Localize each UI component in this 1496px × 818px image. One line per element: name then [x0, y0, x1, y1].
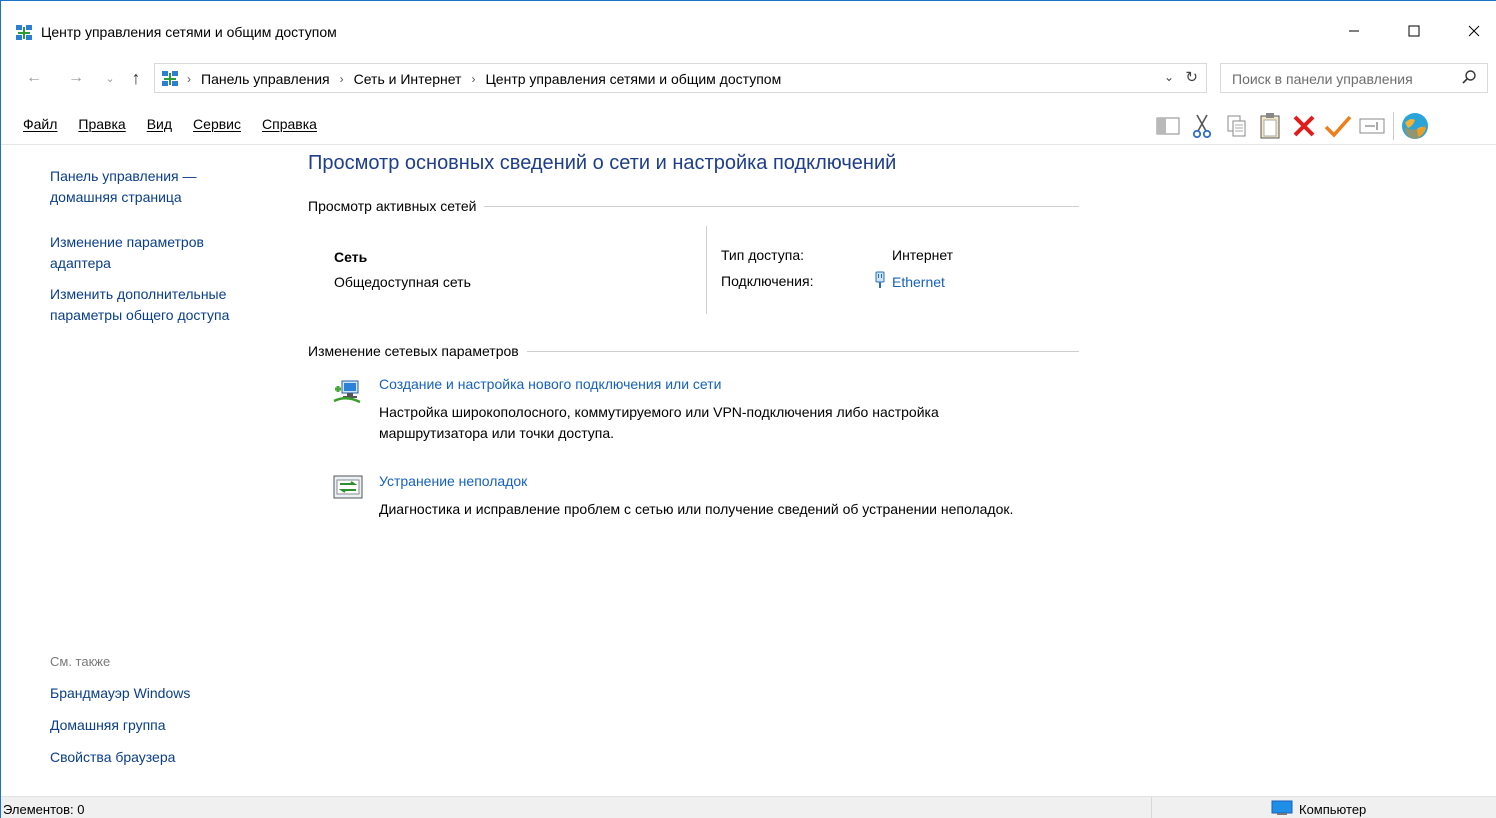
globe-icon[interactable]: [1398, 111, 1432, 141]
toolbar-separator: [1393, 112, 1394, 140]
internet-options-link[interactable]: Свойства браузера: [50, 747, 280, 768]
ethernet-link[interactable]: Ethernet: [892, 274, 945, 290]
search-icon[interactable]: [1461, 69, 1477, 85]
status-bar: Элементов: 0 Компьютер: [1, 796, 1496, 818]
homegroup-link[interactable]: Домашняя группа: [50, 715, 280, 736]
header-divider: [484, 205, 1079, 207]
pane-icon[interactable]: [1151, 111, 1185, 141]
copy-icon[interactable]: [1219, 111, 1253, 141]
title-bar: Центр управления сетями и общим доступом: [1, 1, 1496, 57]
change-adapter-settings-link[interactable]: Изменение параметров адаптера: [50, 232, 240, 274]
access-type-value: Интернет: [892, 247, 954, 263]
active-networks-header-label: Просмотр активных сетей: [308, 198, 477, 214]
network-center-icon: [15, 24, 33, 42]
new-connection-description: Настройка широкополосного, коммутируемог…: [379, 404, 939, 441]
toolbar: [1151, 109, 1432, 143]
search-input[interactable]: Поиск в панели управления: [1220, 63, 1488, 93]
delete-icon[interactable]: [1287, 111, 1321, 141]
windows-firewall-link[interactable]: Брандмауэр Windows: [50, 683, 280, 704]
troubleshoot-description: Диагностика и исправление проблем с сеть…: [379, 501, 1014, 517]
breadcrumb-separator: ›: [187, 72, 191, 86]
ethernet-icon: [874, 271, 886, 292]
security-zone: Компьютер: [1271, 800, 1366, 818]
network-name: Сеть: [334, 249, 368, 265]
control-panel-home-link[interactable]: Панель управления — домашняя страница: [50, 166, 230, 208]
cut-icon[interactable]: [1185, 111, 1219, 141]
paste-icon[interactable]: [1253, 111, 1287, 141]
breadcrumb-separator[interactable]: ›: [340, 72, 344, 86]
refresh-button[interactable]: ↻: [1185, 68, 1198, 86]
menu-tools[interactable]: Сервис: [193, 116, 241, 132]
maximize-button[interactable]: [1391, 13, 1437, 49]
navigation-bar: ← → ⌄ ↑ › Панель управления › Сеть и Инт…: [1, 61, 1496, 95]
change-settings-header: Изменение сетевых параметров: [308, 343, 1079, 359]
menu-help[interactable]: Справка: [262, 116, 317, 132]
page-title: Просмотр основных сведений о сети и наст…: [308, 152, 897, 174]
new-connection-link[interactable]: Создание и настройка нового подключения …: [379, 376, 721, 392]
network-divider: [706, 226, 707, 314]
breadcrumb-separator[interactable]: ›: [471, 72, 475, 86]
left-pane: Панель управления — домашняя страница Из…: [1, 146, 286, 794]
window: Центр управления сетями и общим доступом…: [0, 0, 1496, 818]
active-networks-header: Просмотр активных сетей: [308, 198, 1079, 214]
menu-file[interactable]: Файл: [23, 116, 57, 132]
breadcrumb-item-network-center[interactable]: Центр управления сетями и общим доступом: [485, 71, 781, 87]
see-also-label: См. также: [50, 654, 111, 669]
menu-bar: Файл Правка Вид Сервис Справка: [1, 105, 1496, 145]
minimize-button[interactable]: [1331, 13, 1377, 49]
breadcrumb: › Панель управления › Сеть и Интернет › …: [187, 71, 781, 87]
address-bar[interactable]: › Панель управления › Сеть и Интернет › …: [154, 63, 1207, 93]
menu-view[interactable]: Вид: [147, 116, 172, 132]
breadcrumb-item-control-panel[interactable]: Панель управления: [201, 71, 330, 87]
access-type-label: Тип доступа:: [721, 247, 805, 263]
search-placeholder: Поиск в панели управления: [1232, 71, 1413, 87]
recent-locations-button[interactable]: ⌄: [99, 67, 121, 89]
rename-icon[interactable]: [1355, 111, 1389, 141]
menu-edit[interactable]: Правка: [78, 116, 125, 132]
back-button[interactable]: ←: [23, 67, 45, 89]
advanced-sharing-settings-link[interactable]: Изменить дополнительные параметры общего…: [50, 284, 280, 326]
ethernet-connection[interactable]: Ethernet: [874, 271, 945, 292]
troubleshoot-link[interactable]: Устранение неполадок: [379, 473, 527, 489]
up-button[interactable]: ↑: [125, 67, 147, 89]
properties-check-icon[interactable]: [1321, 111, 1355, 141]
forward-button[interactable]: →: [65, 67, 87, 89]
connections-label: Подключения:: [721, 273, 814, 289]
window-title: Центр управления сетями и общим доступом: [41, 24, 337, 40]
control-panel-icon: [161, 70, 179, 88]
change-settings-header-label: Изменение сетевых параметров: [308, 343, 519, 359]
address-dropdown-button[interactable]: ⌄: [1164, 70, 1174, 84]
new-connection-icon: [332, 375, 364, 407]
computer-icon: [1271, 800, 1293, 818]
status-separator: [1151, 797, 1152, 818]
item-count: Элементов: 0: [3, 802, 85, 817]
network-category-link[interactable]: Общедоступная сеть: [334, 274, 471, 290]
close-button[interactable]: [1451, 13, 1496, 49]
header-divider: [526, 350, 1079, 352]
troubleshoot-icon: [332, 472, 364, 504]
zone-label: Компьютер: [1299, 802, 1367, 817]
breadcrumb-item-network-internet[interactable]: Сеть и Интернет: [354, 71, 462, 87]
